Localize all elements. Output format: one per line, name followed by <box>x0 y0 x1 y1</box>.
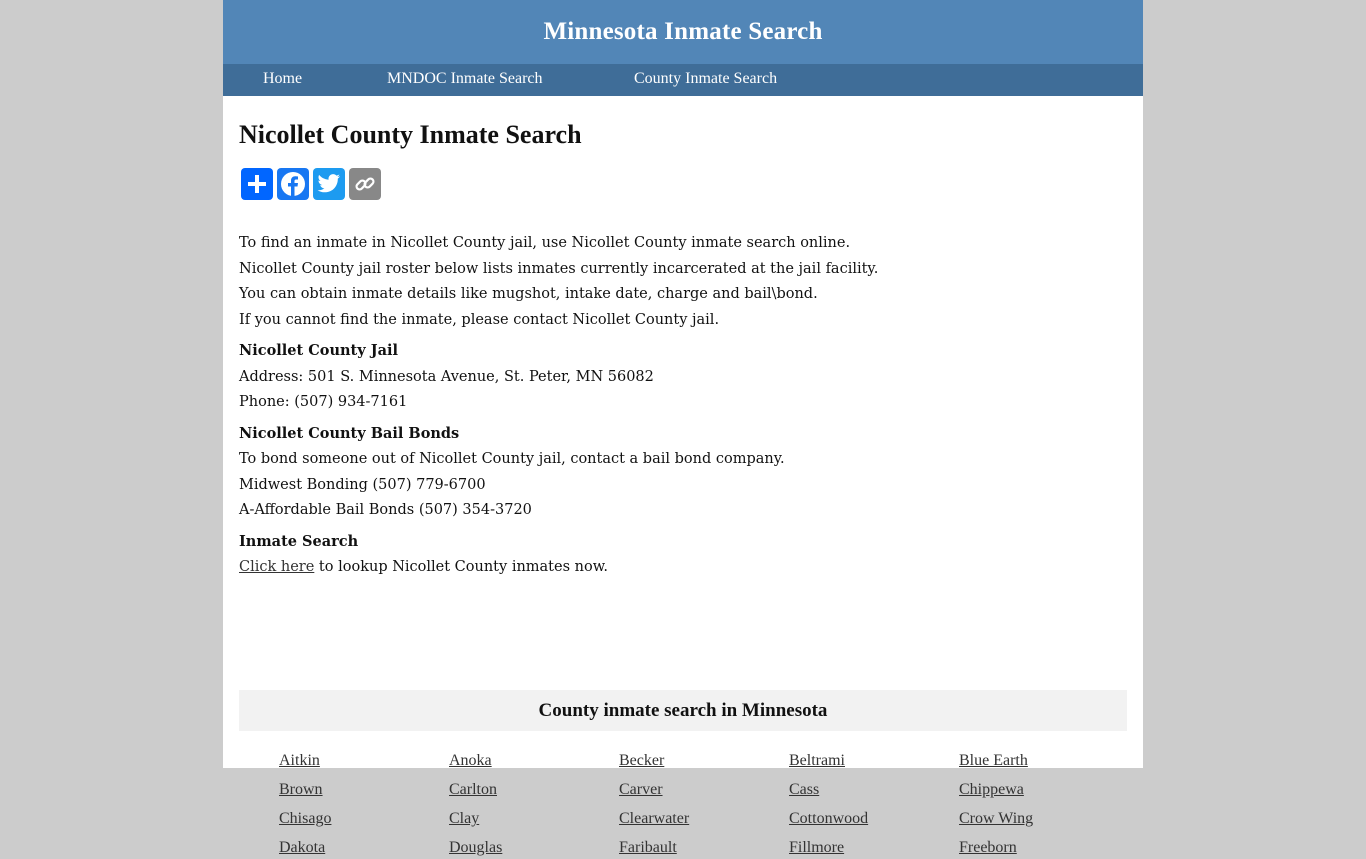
intro-line: Nicollet County jail roster below lists … <box>239 260 879 277</box>
share-buttons <box>241 168 381 200</box>
main-nav: Home MNDOC Inmate Search County Inmate S… <box>223 64 1143 96</box>
county-link[interactable]: Dakota <box>279 837 449 859</box>
county-section-title: County inmate search in Minnesota <box>538 699 828 721</box>
nav-mndoc-inmate-search[interactable]: MNDOC Inmate Search <box>387 70 543 88</box>
county-link[interactable]: Chisago <box>279 808 449 830</box>
share-twitter-button[interactable] <box>313 168 345 200</box>
share-facebook-button[interactable] <box>277 168 309 200</box>
bail-text: To bond someone out of Nicollet County j… <box>239 451 785 467</box>
county-section-header: County inmate search in Minnesota <box>239 690 1127 731</box>
county-link[interactable]: Brown <box>279 779 449 801</box>
share-add-button[interactable] <box>241 168 273 200</box>
county-link[interactable]: Faribault <box>619 837 789 859</box>
county-link[interactable]: Clay <box>449 808 619 830</box>
nav-home[interactable]: Home <box>263 70 302 88</box>
bail-company: A-Affordable Bail Bonds (507) 354-3720 <box>239 502 532 518</box>
county-link[interactable]: Beltrami <box>789 750 959 772</box>
county-link[interactable]: Freeborn <box>959 837 1129 859</box>
county-link[interactable]: Anoka <box>449 750 619 772</box>
inmate-search-line: Click here to lookup Nicollet County inm… <box>239 559 609 575</box>
twitter-icon <box>317 174 341 193</box>
article-body: To find an inmate in Nicollet County jai… <box>239 231 1119 581</box>
page-container: Minnesota Inmate Search Home MNDOC Inmat… <box>223 0 1143 856</box>
county-link[interactable]: Carlton <box>449 779 619 801</box>
county-link[interactable]: Crow Wing <box>959 808 1129 830</box>
intro-line: You can obtain inmate details like mugsh… <box>239 286 818 302</box>
facebook-icon <box>281 172 305 196</box>
click-here-link[interactable]: Click here <box>239 559 314 575</box>
bail-company: Midwest Bonding (507) 779-6700 <box>239 476 486 493</box>
county-link[interactable]: Douglas <box>449 837 619 859</box>
county-link[interactable]: Cottonwood <box>789 808 959 830</box>
county-link[interactable]: Blue Earth <box>959 750 1129 772</box>
share-copy-link-button[interactable] <box>349 168 381 200</box>
intro-line: If you cannot find the inmate, please co… <box>239 311 720 328</box>
bail-heading: Nicollet County Bail Bonds <box>239 424 460 442</box>
county-link[interactable]: Aitkin <box>279 750 449 772</box>
link-icon <box>355 177 375 191</box>
jail-heading: Nicollet County Jail <box>239 342 398 359</box>
nav-county-inmate-search[interactable]: County Inmate Search <box>634 70 777 88</box>
jail-phone: Phone: (507) 934-7161 <box>239 394 408 410</box>
plus-icon <box>248 175 266 193</box>
intro-line: To find an inmate in Nicollet County jai… <box>239 235 851 251</box>
page-title: Nicollet County Inmate Search <box>239 120 582 149</box>
county-link[interactable]: Cass <box>789 779 959 801</box>
county-link[interactable]: Fillmore <box>789 837 959 859</box>
county-list: Aitkin Anoka Becker Beltrami Blue Earth … <box>279 750 1139 859</box>
jail-address: Address: 501 S. Minnesota Avenue, St. Pe… <box>239 368 654 385</box>
county-link[interactable]: Clearwater <box>619 808 789 830</box>
county-link[interactable]: Chippewa <box>959 779 1129 801</box>
inmate-search-heading: Inmate Search <box>239 532 359 550</box>
site-title-link[interactable]: Minnesota Inmate Search <box>543 18 822 46</box>
county-link[interactable]: Carver <box>619 779 789 801</box>
county-link[interactable]: Becker <box>619 750 789 772</box>
site-header: Minnesota Inmate Search <box>223 0 1143 64</box>
